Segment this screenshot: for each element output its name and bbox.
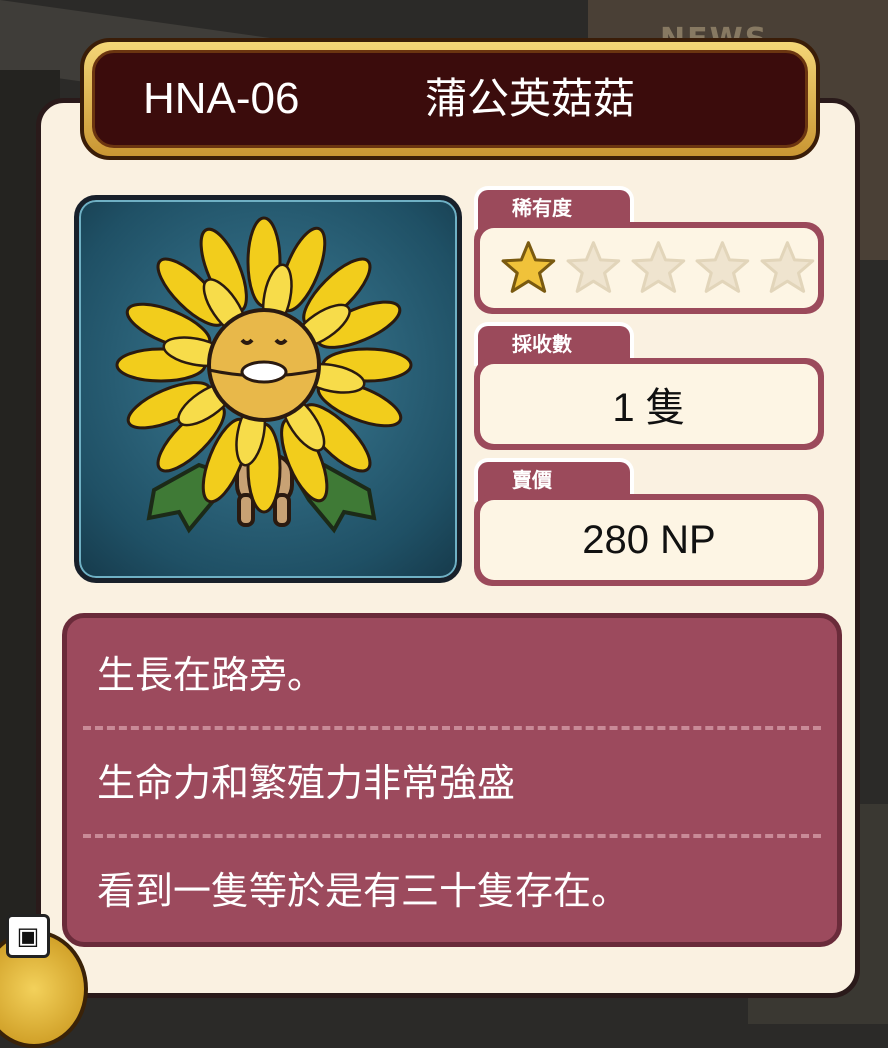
star-empty-icon (760, 241, 815, 293)
qr-code-icon[interactable]: ▣ (6, 914, 50, 958)
rarity-stars (480, 228, 818, 308)
mushroom-code: HNA-06 (143, 74, 300, 123)
rarity-label: 稀有度 (512, 196, 572, 220)
rarity-box (474, 222, 824, 314)
description-line-3: 看到一隻等於是有三十隻存在。 (97, 869, 630, 913)
mushroom-name: 蒲公英菇菇 (425, 74, 636, 123)
star-empty-icon (631, 241, 685, 293)
price-box: 280 NP (474, 494, 824, 586)
star-empty-icon (695, 241, 750, 293)
title-banner: HNA-06 蒲公英菇菇 (80, 38, 820, 160)
price-value: 280 NP (480, 500, 818, 580)
description-divider (83, 726, 821, 730)
mushroom-portrait (74, 195, 462, 583)
description-divider (83, 834, 821, 838)
harvest-label: 採收數 (512, 332, 572, 356)
harvest-value: 1 隻 (480, 364, 818, 444)
price-label: 賣價 (512, 468, 552, 492)
description-line-2: 生命力和繁殖力非常強盛 (97, 761, 516, 805)
dandelion-mushroom-icon (115, 216, 413, 534)
star-empty-icon (566, 241, 621, 293)
harvest-box: 1 隻 (474, 358, 824, 450)
star-filled-icon (501, 241, 556, 293)
description-panel: 生長在路旁。 生命力和繁殖力非常強盛 看到一隻等於是有三十隻存在。 (62, 613, 842, 947)
description-line-1: 生長在路旁。 (97, 653, 326, 697)
